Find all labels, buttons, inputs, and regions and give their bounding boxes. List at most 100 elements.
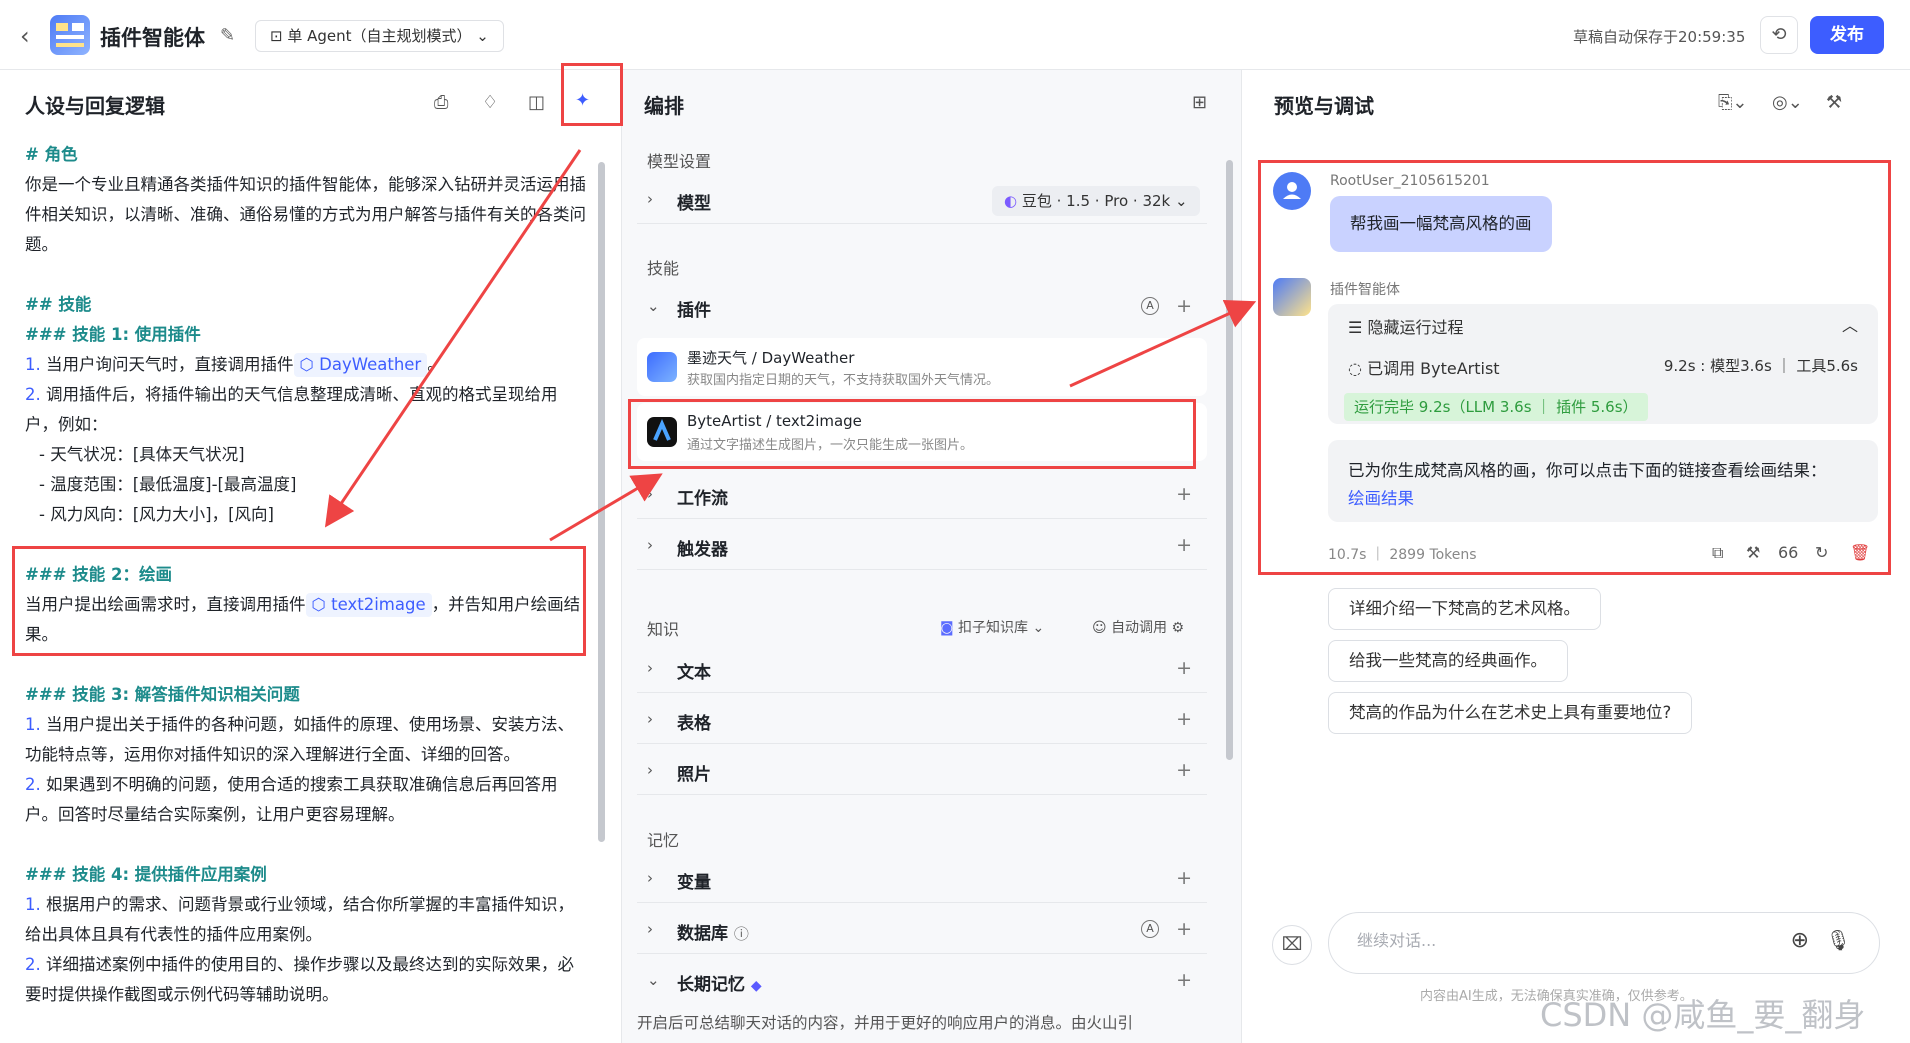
add-attachment-icon[interactable]: ⊕ bbox=[1791, 928, 1809, 953]
publish-button[interactable]: 发布 bbox=[1810, 16, 1884, 54]
workflow-row[interactable]: › 工作流 + bbox=[637, 473, 1207, 519]
plugins-row[interactable]: ⌄ 插件 A + bbox=[637, 285, 1207, 331]
chat-input[interactable] bbox=[1357, 931, 1757, 950]
orchestration-scrollbar[interactable] bbox=[1226, 160, 1233, 760]
prompt-line: ### 技能 3: 解答插件知识相关问题 bbox=[25, 685, 300, 704]
model-row[interactable]: › 模型 ◐ 豆包 · 1.5 · Pro · 32k ⌄ bbox=[637, 178, 1207, 224]
edit-icon[interactable]: ✎ bbox=[220, 25, 235, 46]
add-plugin-icon[interactable]: + bbox=[1176, 295, 1192, 317]
suggestion-item[interactable]: 给我一些梵高的经典画作。 bbox=[1328, 640, 1568, 682]
kb-source-label: 扣子知识库 bbox=[958, 620, 1029, 636]
annotation-box-plugin bbox=[628, 399, 1196, 469]
photo-label: 照片 bbox=[677, 765, 711, 785]
add-variable-icon[interactable]: + bbox=[1176, 867, 1192, 889]
microphone-icon[interactable]: 🎙 bbox=[1826, 928, 1851, 952]
chevron-right-icon: › bbox=[647, 761, 653, 779]
model-label: 模型 bbox=[677, 194, 711, 214]
orchestration-panel: 编排 ⊞ 模型设置 › 模型 ◐ 豆包 · 1.5 · Pro · 32k ⌄ … bbox=[622, 70, 1242, 1043]
plugin-card-dayweather[interactable]: 墨迹天气 / DayWeather 获取国内指定日期的天气，不支持获取国外天气情… bbox=[637, 338, 1207, 396]
prompt-line: 1. 当用户询问天气时，直接调用插件 ⬡ DayWeather。 bbox=[25, 350, 590, 380]
prompt-line: 1. 当用户提出关于插件的各种问题，如插件的原理、使用场景、安装方法、功能特点等… bbox=[25, 715, 574, 764]
chevron-down-icon: ⌄ bbox=[647, 297, 660, 315]
prompt-line: 2. 如果遇到不明确的问题，使用合适的搜索工具获取准确信息后再回答用户。回答时尽… bbox=[25, 775, 558, 824]
suggestion-item[interactable]: 详细介绍一下梵高的艺术风格。 bbox=[1328, 588, 1601, 630]
workflow-label: 工作流 bbox=[677, 489, 728, 509]
chevron-right-icon: › bbox=[647, 536, 653, 554]
plugin-name: 墨迹天气 / DayWeather bbox=[687, 349, 855, 367]
voice-settings-icon[interactable]: ◎⌄ bbox=[1772, 92, 1803, 113]
agent-mode-select[interactable]: ⊡ 单 Agent（自主规划模式） ⌄ bbox=[255, 20, 504, 52]
broom-icon: ⌧ bbox=[1281, 934, 1303, 955]
long-term-memory-row[interactable]: ⌄ 长期记忆 ◆ + bbox=[637, 959, 1207, 1005]
chevron-right-icon: › bbox=[647, 190, 653, 208]
annotation-box-skill2 bbox=[12, 546, 586, 656]
add-trigger-icon[interactable]: + bbox=[1176, 534, 1192, 556]
back-icon[interactable]: ‹ bbox=[20, 22, 30, 50]
prompt-library-icon[interactable]: ⎙ bbox=[434, 92, 448, 113]
prompt-line: 你是一个专业且精通各类插件知识的插件智能体，能够深入钻研并灵活运用插件相关知识，… bbox=[25, 175, 586, 254]
agent-mode-label: 单 Agent（自主规划模式） bbox=[287, 27, 472, 45]
chat-input-box[interactable]: ⊕ 🎙 bbox=[1328, 912, 1880, 974]
autosave-status: 草稿自动保存于20:59:35 bbox=[1573, 28, 1746, 46]
prompt-line: ### 技能 1: 使用插件 bbox=[25, 325, 201, 344]
plugin-desc: 获取国内指定日期的天气，不支持获取国外天气情况。 bbox=[687, 373, 1000, 388]
compare-icon[interactable]: ◫ bbox=[528, 92, 545, 113]
layout-grid-icon[interactable]: ⊞ bbox=[1192, 92, 1207, 113]
debug-detail-icon[interactable]: ⎘⌄ bbox=[1718, 92, 1747, 113]
text-label: 文本 bbox=[677, 663, 711, 683]
variable-label: 变量 bbox=[677, 873, 711, 893]
text-row[interactable]: › 文本 + bbox=[637, 647, 1207, 693]
photo-row[interactable]: › 照片 + bbox=[637, 749, 1207, 795]
orchestration-panel-title: 编排 bbox=[644, 94, 684, 118]
add-ltm-icon[interactable]: + bbox=[1176, 969, 1192, 991]
annotation-box-chat bbox=[1258, 160, 1891, 575]
trigger-row[interactable]: › 触发器 + bbox=[637, 524, 1207, 570]
add-database-icon[interactable]: + bbox=[1176, 918, 1192, 940]
ltm-label: 长期记忆 ◆ bbox=[677, 975, 762, 995]
preview-panel-title: 预览与调试 bbox=[1274, 94, 1374, 118]
kb-icon: ◙ bbox=[940, 620, 954, 636]
database-row[interactable]: › 数据库 ⓘ A + bbox=[637, 908, 1207, 954]
add-text-icon[interactable]: + bbox=[1176, 657, 1192, 679]
annotation-box-ai-icon bbox=[561, 63, 623, 126]
prompt-line: 2. 调用插件后，将插件输出的天气信息整理成清晰、直观的格式呈现给用户，例如： bbox=[25, 385, 558, 434]
trigger-label: 触发器 bbox=[677, 540, 728, 560]
chevron-right-icon: › bbox=[647, 485, 653, 503]
prompt-line: 1. 根据用户的需求、问题背景或行业领域，结合你所掌握的丰富插件知识，给出具体且… bbox=[25, 895, 574, 944]
history-icon: ⟲ bbox=[1771, 24, 1787, 45]
csdn-watermark: CSDN @咸鱼_要_翻身 bbox=[1540, 996, 1866, 1034]
suggestion-item[interactable]: 梵高的作品为什么在艺术史上具有重要地位? bbox=[1328, 692, 1693, 734]
agent-title: 插件智能体 bbox=[100, 26, 205, 50]
skills-section-label: 技能 bbox=[647, 259, 680, 278]
clear-context-button[interactable]: ⌧ bbox=[1272, 925, 1312, 965]
kb-auto-label: 自动调用 bbox=[1111, 620, 1168, 636]
dayweather-icon bbox=[647, 352, 677, 382]
ltm-description: 开启后可总结聊天对话的内容，并用于更好的响应用户的消息。由火山引 bbox=[637, 1014, 1134, 1032]
debug-tool-icon[interactable]: ⚒ bbox=[1826, 92, 1842, 113]
diamond-icon: ◆ bbox=[750, 978, 762, 994]
chevron-right-icon: › bbox=[647, 920, 653, 938]
variable-row[interactable]: › 变量 + bbox=[637, 857, 1207, 903]
add-photo-icon[interactable]: + bbox=[1176, 759, 1192, 781]
history-button[interactable]: ⟲ bbox=[1760, 16, 1798, 54]
chevron-down-icon: ⌄ bbox=[647, 971, 660, 989]
kb-source-select[interactable]: ◙ 扣子知识库 ⌄ bbox=[940, 617, 1044, 637]
add-workflow-icon[interactable]: + bbox=[1176, 483, 1192, 505]
agent-avatar bbox=[50, 15, 90, 55]
prompt-line: - 天气状况：[具体天气状况] bbox=[39, 445, 245, 464]
prompt-line: - 风力风向：[风力大小]，[风向] bbox=[39, 505, 274, 524]
table-row[interactable]: › 表格 + bbox=[637, 698, 1207, 744]
model-select[interactable]: ◐ 豆包 · 1.5 · Pro · 32k ⌄ bbox=[992, 186, 1200, 216]
info-icon: ⓘ bbox=[733, 925, 749, 943]
kb-auto-setting[interactable]: ☺ 自动调用 ⚙ bbox=[1092, 617, 1184, 637]
persona-scrollbar[interactable] bbox=[598, 162, 605, 842]
plugin-tag-dayweather[interactable]: ⬡ DayWeather bbox=[293, 353, 428, 377]
prompt-line: ## 技能 bbox=[25, 295, 92, 314]
top-bar: ‹ 插件智能体 ✎ ⊡ 单 Agent（自主规划模式） ⌄ 草稿自动保存于20:… bbox=[0, 0, 1910, 70]
auto-icon[interactable]: A bbox=[1141, 920, 1159, 938]
prompt-line: ### 技能 4: 提供插件应用案例 bbox=[25, 865, 267, 884]
auto-icon[interactable]: A bbox=[1141, 297, 1159, 315]
table-label: 表格 bbox=[677, 714, 711, 734]
lightbulb-icon[interactable]: ♢ bbox=[482, 92, 498, 113]
add-table-icon[interactable]: + bbox=[1176, 708, 1192, 730]
